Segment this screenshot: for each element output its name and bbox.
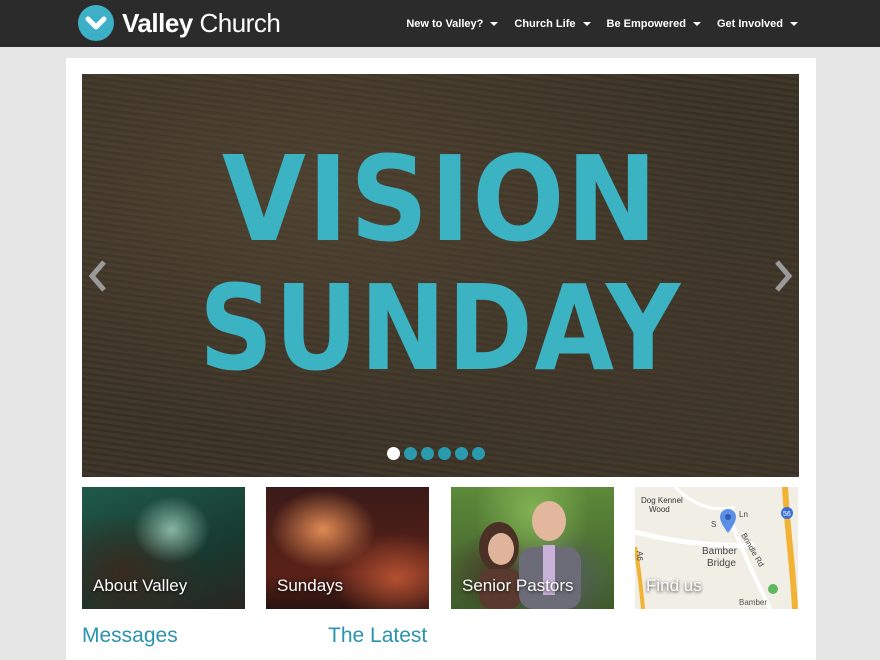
- slider-dot-6[interactable]: [472, 447, 485, 460]
- logo-wordmark: Valley Church: [122, 7, 281, 39]
- map-label: Bridge: [707, 558, 736, 569]
- main-content: VISION SUNDAY About Valley Sundays Senio…: [66, 58, 816, 660]
- tile-caption: Sundays: [277, 576, 344, 595]
- logo-light-text: Church: [199, 7, 281, 38]
- slider-dot-5[interactable]: [455, 447, 468, 460]
- slider-dot-4[interactable]: [438, 447, 451, 460]
- nav-church-life[interactable]: Church Life: [514, 17, 591, 30]
- the-latest-heading[interactable]: The Latest: [328, 624, 427, 648]
- map-label: S: [711, 520, 716, 529]
- nav-item-label: Church Life: [514, 17, 576, 30]
- nav-item-label: Be Empowered: [606, 17, 686, 30]
- site-logo[interactable]: Valley Church: [78, 5, 281, 41]
- nav-new-to-valley[interactable]: New to Valley?: [406, 17, 499, 30]
- tile-caption: Senior Pastors: [462, 576, 574, 595]
- main-nav: New to Valley? Church Life Be Empowered …: [390, 0, 798, 47]
- nav-be-empowered[interactable]: Be Empowered: [607, 18, 701, 30]
- top-navbar: Valley Church New to Valley? Church Life…: [0, 0, 880, 47]
- messages-heading[interactable]: Messages: [82, 624, 178, 648]
- caret-down-icon: [490, 21, 499, 26]
- tile-caption: Find us: [646, 576, 702, 595]
- map-label: Dog Kennel: [641, 496, 683, 505]
- map-label: Bamber: [702, 546, 738, 557]
- map-label: A6: [635, 551, 644, 561]
- nav-item-label: New to Valley?: [406, 17, 484, 30]
- feature-tiles: About Valley Sundays Senior Pastors Dog …: [82, 487, 799, 609]
- slide-title-line2: SUNDAY: [199, 259, 682, 397]
- nav-get-involved[interactable]: Get Involved: [717, 18, 798, 30]
- map-label: Ln: [739, 510, 748, 519]
- nav-item-label: Get Involved: [716, 17, 783, 30]
- map-pin-icon: [720, 509, 736, 538]
- logo-bold-text: Valley: [122, 7, 193, 38]
- tile-sundays[interactable]: Sundays: [266, 487, 429, 609]
- slider-pagination: [387, 447, 489, 460]
- tile-find-us[interactable]: Dog Kennel Wood Bamber Bridge Brindle Rd…: [635, 487, 798, 609]
- map-label: Wood: [649, 505, 670, 514]
- tile-caption: About Valley: [93, 576, 188, 595]
- map-label: Bamber: [739, 598, 767, 607]
- map-label: 56: [783, 511, 791, 518]
- caret-down-icon: [790, 21, 798, 26]
- slide-title-line1: VISION: [221, 130, 660, 268]
- slider-dot-3[interactable]: [421, 447, 434, 460]
- caret-down-icon: [692, 21, 701, 26]
- slider-dot-1[interactable]: [387, 447, 400, 460]
- chevron-down-logo-icon: [78, 5, 114, 41]
- slider-dot-2[interactable]: [404, 447, 417, 460]
- slider-prev-arrow-icon[interactable]: [86, 258, 110, 294]
- caret-down-icon: [582, 21, 591, 26]
- slider-next-arrow-icon[interactable]: [771, 258, 795, 294]
- hero-slider[interactable]: VISION SUNDAY: [82, 74, 799, 477]
- tile-about-valley[interactable]: About Valley: [82, 487, 245, 609]
- tile-senior-pastors[interactable]: Senior Pastors: [451, 487, 614, 609]
